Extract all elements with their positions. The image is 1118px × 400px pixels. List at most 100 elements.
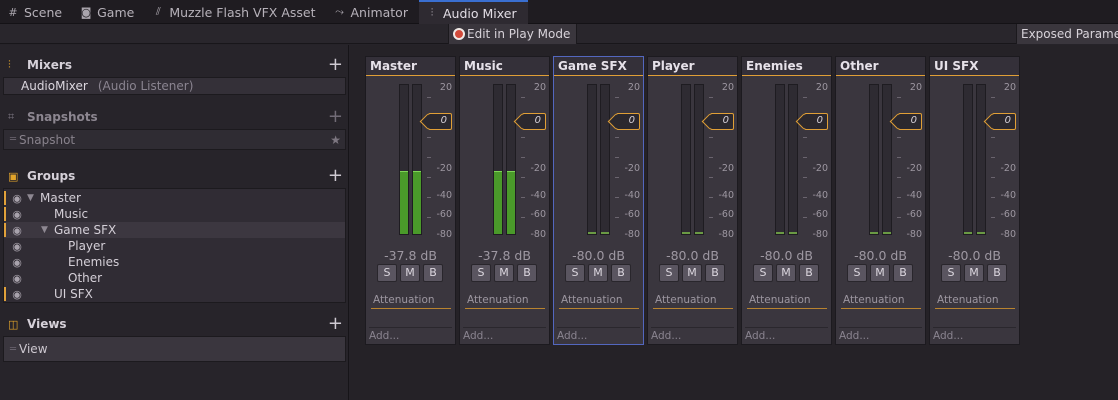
volume-fader-handle[interactable]: 0 <box>616 113 640 130</box>
add-group-button[interactable]: + <box>328 165 343 187</box>
volume-fader-handle[interactable]: 0 <box>804 113 828 130</box>
bypass-button[interactable]: B <box>611 264 631 282</box>
add-effect-button[interactable]: Add... <box>745 327 828 342</box>
eye-icon[interactable]: ◉ <box>10 224 24 237</box>
snapshot-icon: ⌗ <box>8 110 15 123</box>
tab-scene[interactable]: # Scene <box>0 0 73 24</box>
add-effect-button[interactable]: Add... <box>369 327 452 342</box>
mute-button[interactable]: M <box>776 264 796 282</box>
tab-game[interactable]: ◙ Game <box>73 0 145 24</box>
tab-audio-mixer[interactable]: ⫶ Audio Mixer <box>418 0 528 24</box>
add-effect-button[interactable]: Add... <box>463 327 546 342</box>
add-effect-button[interactable]: Add... <box>651 327 734 342</box>
add-effect-button[interactable]: Add... <box>933 327 1016 342</box>
bypass-button[interactable]: B <box>799 264 819 282</box>
view-item[interactable]: ═ View <box>4 337 345 361</box>
solo-button[interactable]: S <box>847 264 867 282</box>
mute-button[interactable]: M <box>494 264 514 282</box>
channel-strip-music[interactable]: Music 20 -20 -40 -60 -80 0 -37.8 dB S M B Atten… <box>459 56 550 345</box>
group-item-master[interactable]: ◉ ▼ Master <box>4 190 345 206</box>
attenuation-effect[interactable]: Attenuation <box>747 294 827 309</box>
channel-strip-other[interactable]: Other 20 -20 -40 -60 -80 0 -80.0 dB S M B Atten… <box>835 56 926 345</box>
eye-icon[interactable]: ◉ <box>10 240 24 253</box>
attenuation-effect[interactable]: Attenuation <box>371 294 451 309</box>
attenuation-effect[interactable]: Attenuation <box>653 294 733 309</box>
attenuation-effect[interactable]: Attenuation <box>841 294 921 309</box>
mute-button[interactable]: M <box>588 264 608 282</box>
mute-button[interactable]: M <box>870 264 890 282</box>
add-effect-button[interactable]: Add... <box>557 327 640 342</box>
add-snapshot-button[interactable]: + <box>328 106 343 128</box>
group-item-ui-sfx[interactable]: ◉ UI SFX <box>4 286 345 302</box>
mixer-item[interactable]: AudioMixer (Audio Listener) <box>4 78 345 94</box>
group-item-player[interactable]: ◉ Player <box>4 238 345 254</box>
mute-button[interactable]: M <box>964 264 984 282</box>
attenuation-effect[interactable]: Attenuation <box>465 294 545 309</box>
channel-strip-player[interactable]: Player 20 -20 -40 -60 -80 0 -80.0 dB S M B Atte… <box>647 56 738 345</box>
mixer-item-output: (Audio Listener) <box>97 79 194 93</box>
star-icon[interactable]: ★ <box>330 133 341 147</box>
solo-button[interactable]: S <box>377 264 397 282</box>
exposed-parameters-button[interactable]: Exposed Paramet <box>1016 24 1118 44</box>
eye-icon[interactable]: ◉ <box>10 256 24 269</box>
meter-fill <box>870 232 878 234</box>
scale-tick-mark <box>521 197 525 198</box>
edit-in-play-mode-button[interactable]: Edit in Play Mode <box>448 24 578 44</box>
snapshot-item[interactable]: ═ Snapshot ★ <box>4 130 345 149</box>
level-meter-right <box>412 84 422 235</box>
expand-triangle-icon[interactable]: ▼ <box>27 193 34 203</box>
scale-tick-label: -80 <box>624 229 640 240</box>
add-effect-button[interactable]: Add... <box>839 327 922 342</box>
volume-fader-handle[interactable]: 0 <box>710 113 734 130</box>
scale-tick-mark <box>803 137 807 138</box>
volume-fader-handle[interactable]: 0 <box>992 113 1016 130</box>
group-item-game-sfx[interactable]: ◉ ▼ Game SFX <box>4 222 345 238</box>
solo-button[interactable]: S <box>659 264 679 282</box>
group-item-enemies[interactable]: ◉ Enemies <box>4 254 345 270</box>
eye-icon[interactable]: ◉ <box>10 208 24 221</box>
volume-fader-handle[interactable]: 0 <box>522 113 546 130</box>
strip-name: Other <box>836 57 925 76</box>
solo-button[interactable]: S <box>471 264 491 282</box>
eye-icon[interactable]: ◉ <box>10 192 24 205</box>
channel-strip-enemies[interactable]: Enemies 20 -20 -40 -60 -80 0 -80.0 dB S M B Att… <box>741 56 832 345</box>
tab-animator[interactable]: ⤳ Animator <box>327 0 419 24</box>
bypass-button[interactable]: B <box>423 264 443 282</box>
attenuation-effect[interactable]: Attenuation <box>935 294 1015 309</box>
channel-strip-ui-sfx[interactable]: UI SFX 20 -20 -40 -60 -80 0 -80.0 dB S M B Atte… <box>929 56 1020 345</box>
vfx-icon: ⫽ <box>155 5 161 18</box>
record-icon <box>453 28 465 40</box>
bypass-button[interactable]: B <box>517 264 537 282</box>
level-meter-right <box>788 84 798 235</box>
add-mixer-button[interactable]: + <box>328 54 343 76</box>
eye-icon[interactable]: ◉ <box>10 288 24 301</box>
eye-icon[interactable]: ◉ <box>10 272 24 285</box>
solo-button[interactable]: S <box>565 264 585 282</box>
scale-tick-mark <box>803 97 807 98</box>
solo-button[interactable]: S <box>941 264 961 282</box>
bypass-button[interactable]: B <box>705 264 725 282</box>
scale-tick-label: -80 <box>436 229 452 240</box>
groups-title: Groups <box>27 169 76 183</box>
channel-strip-game-sfx[interactable]: Game SFX 20 -20 -40 -60 -80 0 -80.0 dB S M B At… <box>553 56 644 345</box>
scale-tick-label: -80 <box>906 229 922 240</box>
mute-button[interactable]: M <box>682 264 702 282</box>
attenuation-effect[interactable]: Attenuation <box>559 294 639 309</box>
level-meter-left <box>775 84 785 235</box>
tab-muzzle-flash-vfx[interactable]: ⫽ Muzzle Flash VFX Asset <box>145 0 326 24</box>
channel-strip-master[interactable]: Master 20 -20 -40 -60 -80 0 -37.8 dB S M B Atte… <box>365 56 456 345</box>
meter-fill <box>776 232 784 234</box>
volume-fader-handle[interactable]: 0 <box>898 113 922 130</box>
group-color-bar <box>4 207 6 221</box>
bypass-button[interactable]: B <box>987 264 1007 282</box>
group-item-music[interactable]: ◉ Music <box>4 206 345 222</box>
solo-button[interactable]: S <box>753 264 773 282</box>
group-item-other[interactable]: ◉ Other <box>4 270 345 286</box>
volume-fader-handle[interactable]: 0 <box>428 113 452 130</box>
add-view-button[interactable]: + <box>328 313 343 335</box>
bypass-button[interactable]: B <box>893 264 913 282</box>
mixer-icon: ⫶ <box>8 58 11 71</box>
expand-triangle-icon[interactable]: ▼ <box>41 225 48 235</box>
mute-button[interactable]: M <box>400 264 420 282</box>
scale-tick-mark <box>615 157 619 158</box>
